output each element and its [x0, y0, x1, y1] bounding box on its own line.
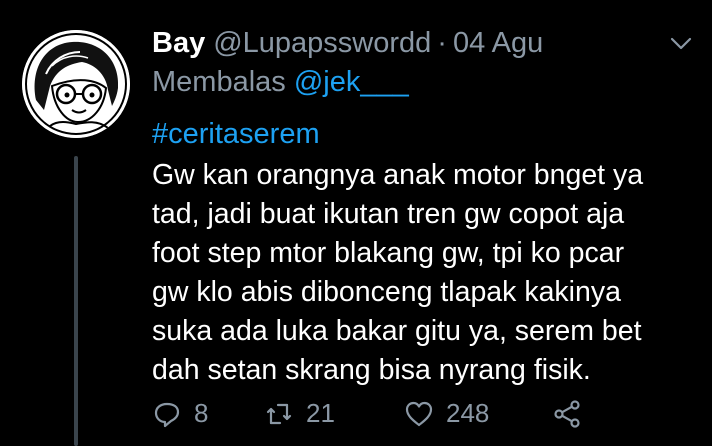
tweet-actions: 8 21 248	[152, 398, 582, 429]
avatar[interactable]	[22, 30, 130, 138]
thread-line	[74, 156, 78, 446]
reply-context: Membalas @jek___	[152, 66, 692, 104]
reply-button[interactable]: 8	[152, 398, 264, 429]
author-handle[interactable]: @Lupapsswordd	[213, 27, 431, 60]
retweet-button[interactable]: 21	[264, 398, 404, 429]
chevron-down-icon[interactable]	[668, 30, 694, 56]
retweet-count: 21	[306, 398, 335, 428]
heart-icon	[405, 401, 433, 426]
retweet-icon	[266, 403, 292, 424]
tweet-text: Gw kan orangnya anak motor bnget ya tad,…	[152, 159, 644, 386]
like-button[interactable]: 248	[404, 398, 552, 429]
avatar-column	[22, 30, 130, 138]
tweet-header: Bay @Lupapsswordd · 04 Agu	[152, 24, 692, 62]
avatar-illustration	[22, 30, 130, 138]
reply-icon	[154, 402, 180, 427]
reply-count: 8	[194, 398, 209, 428]
tweet[interactable]: Bay @Lupapsswordd · 04 Agu Membalas @jek…	[152, 24, 692, 390]
like-count: 248	[446, 398, 490, 428]
reply-mention[interactable]: @jek___	[294, 66, 409, 98]
tweet-date[interactable]: 04 Agu	[453, 27, 543, 60]
author-name[interactable]: Bay	[152, 27, 205, 60]
share-icon	[554, 399, 580, 428]
reply-prefix: Membalas	[152, 66, 286, 98]
separator: ·	[437, 26, 447, 59]
hashtag-link[interactable]: #ceritaserem	[152, 118, 692, 154]
share-button[interactable]	[552, 399, 582, 429]
